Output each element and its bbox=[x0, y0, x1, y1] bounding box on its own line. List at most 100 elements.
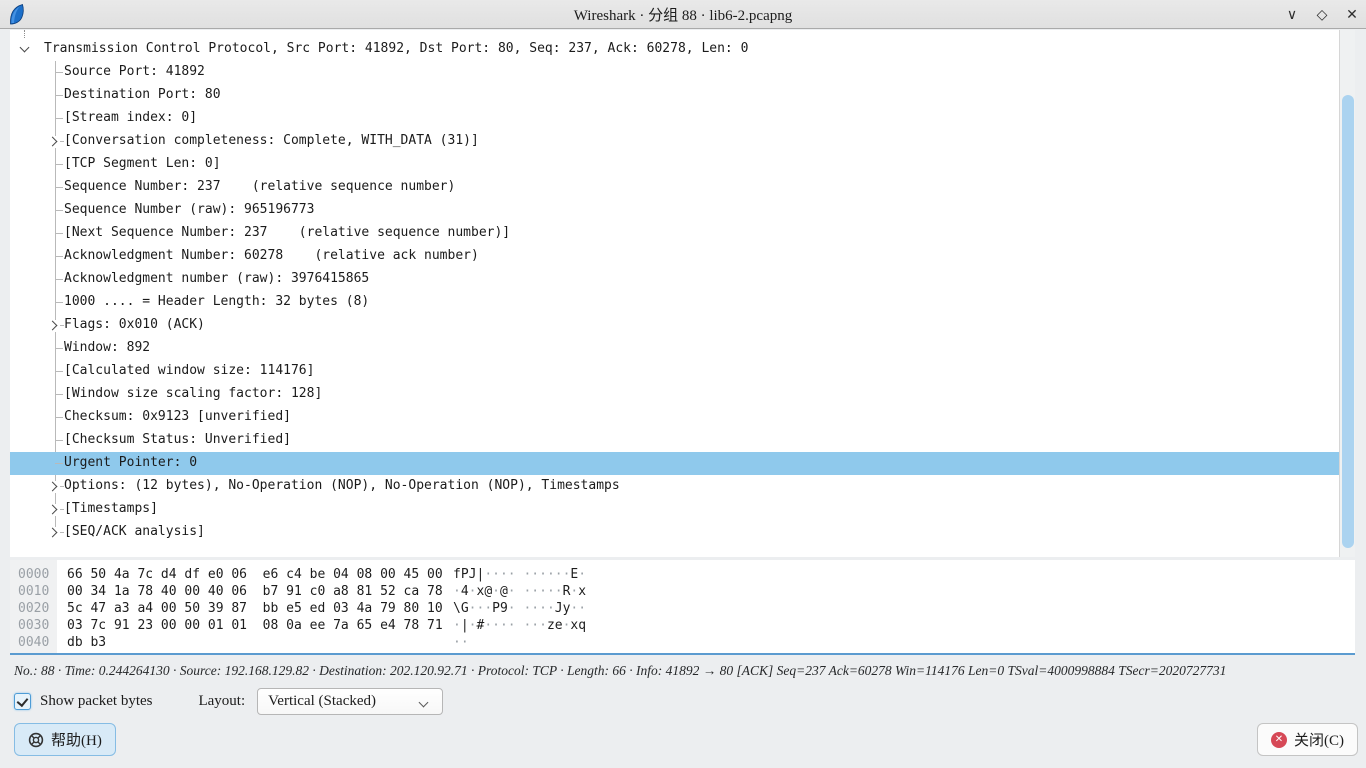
hex-ascii[interactable]: ·· bbox=[453, 634, 469, 651]
tree-item[interactable]: Window: 892 bbox=[10, 337, 1339, 360]
tree-guide-tick bbox=[55, 348, 63, 349]
hex-row[interactable]: 00205c 47 a3 a4 00 50 39 87 bb e5 ed 03 … bbox=[10, 600, 1355, 617]
hex-rows: 000066 50 4a 7c d4 df e0 06 e6 c4 be 04 … bbox=[10, 566, 1355, 651]
tree-item-label: Acknowledgment Number: 60278 (relative a… bbox=[64, 248, 479, 263]
layout-label: Layout: bbox=[198, 693, 245, 710]
help-button[interactable]: 帮助(H) bbox=[14, 723, 116, 756]
tree-item[interactable]: [Checksum Status: Unverified] bbox=[10, 429, 1339, 452]
tree-guide-tick bbox=[55, 95, 63, 96]
hex-row[interactable]: 000066 50 4a 7c d4 df e0 06 e6 c4 be 04 … bbox=[10, 566, 1355, 583]
window-controls: ∨ ◇ ✕ bbox=[1284, 0, 1360, 29]
tree-item-label: Source Port: 41892 bbox=[64, 64, 205, 79]
hex-ascii[interactable]: ·4·x@·@· ·····R·x bbox=[453, 583, 586, 600]
tree-item-label: Flags: 0x010 (ACK) bbox=[64, 317, 205, 332]
hex-ascii[interactable]: ·|·#···· ···ze·xq bbox=[453, 617, 586, 634]
tree-guide-tick bbox=[55, 279, 63, 280]
hex-row[interactable]: 0040db b3·· bbox=[10, 634, 1355, 651]
tree-item[interactable]: Flags: 0x010 (ACK) bbox=[10, 314, 1339, 337]
tree-item-label: 1000 .... = Header Length: 32 bytes (8) bbox=[64, 294, 369, 309]
minimize-icon[interactable]: ∨ bbox=[1284, 7, 1300, 23]
hex-bytes[interactable]: 5c 47 a3 a4 00 50 39 87 bb e5 ed 03 4a 7… bbox=[57, 600, 453, 617]
tree-item-label: Window: 892 bbox=[64, 340, 150, 355]
tree-item[interactable]: [Conversation completeness: Complete, WI… bbox=[10, 130, 1339, 153]
tree-item[interactable]: Transmission Control Protocol, Src Port:… bbox=[10, 38, 1339, 61]
tree-item[interactable]: Checksum: 0x9123 [unverified] bbox=[10, 406, 1339, 429]
tree-item[interactable]: Acknowledgment number (raw): 3976415865 bbox=[10, 268, 1339, 291]
maximize-icon[interactable]: ◇ bbox=[1314, 7, 1330, 23]
tree-item[interactable]: Acknowledgment Number: 60278 (relative a… bbox=[10, 245, 1339, 268]
packet-bytes-panel: 000066 50 4a 7c d4 df e0 06 e6 c4 be 04 … bbox=[10, 560, 1355, 655]
hex-bytes[interactable]: 03 7c 91 23 00 00 01 01 08 0a ee 7a 65 e… bbox=[57, 617, 453, 634]
title-bar: Wireshark · 分组 88 · lib6-2.pcapng ∨ ◇ ✕ bbox=[0, 0, 1366, 29]
tree-item-label: Transmission Control Protocol, Src Port:… bbox=[44, 41, 748, 56]
tree-item[interactable]: [Calculated window size: 114176] bbox=[10, 360, 1339, 383]
tree-item[interactable]: Urgent Pointer: 0 bbox=[10, 452, 1339, 475]
packet-detail-panel: Transmission Control Protocol, Src Port:… bbox=[10, 30, 1355, 557]
chevron-glyph bbox=[48, 505, 58, 515]
close-button-label: 关闭(C) bbox=[1294, 729, 1344, 750]
tree-item[interactable]: 1000 .... = Header Length: 32 bytes (8) bbox=[10, 291, 1339, 314]
help-lifebuoy-icon bbox=[28, 732, 44, 748]
tree-item[interactable]: Source Port: 41892 bbox=[10, 61, 1339, 84]
chevron-glyph bbox=[48, 528, 58, 538]
tree-item[interactable]: [Stream index: 0] bbox=[10, 107, 1339, 130]
window-title: Wireshark · 分组 88 · lib6-2.pcapng bbox=[0, 4, 1366, 25]
hex-row[interactable]: 003003 7c 91 23 00 00 01 01 08 0a ee 7a … bbox=[10, 617, 1355, 634]
close-icon bbox=[1271, 732, 1287, 748]
hex-bytes[interactable]: 00 34 1a 78 40 00 40 06 b7 91 c0 a8 81 5… bbox=[57, 583, 453, 600]
hex-offset: 0040 bbox=[10, 634, 57, 651]
tree-item-label: [Window size scaling factor: 128] bbox=[64, 386, 322, 401]
expand-icon[interactable] bbox=[47, 481, 59, 493]
hex-bytes[interactable]: db b3 bbox=[57, 634, 453, 651]
tree-item-label: [Calculated window size: 114176] bbox=[64, 363, 314, 378]
tree-item-label: [Conversation completeness: Complete, WI… bbox=[64, 133, 479, 148]
expand-icon[interactable] bbox=[47, 527, 59, 539]
hex-row[interactable]: 001000 34 1a 78 40 00 40 06 b7 91 c0 a8 … bbox=[10, 583, 1355, 600]
tree-item-label: [Next Sequence Number: 237 (relative seq… bbox=[64, 225, 510, 240]
tree-guide-tick bbox=[55, 302, 63, 303]
close-window-icon[interactable]: ✕ bbox=[1344, 7, 1360, 23]
tree-guide-tick bbox=[55, 164, 63, 165]
show-packet-bytes-checkbox[interactable] bbox=[14, 693, 31, 710]
tree-scrollbar[interactable] bbox=[1339, 30, 1355, 557]
collapse-icon[interactable] bbox=[19, 44, 31, 56]
tree-guide-tick bbox=[55, 187, 63, 188]
expand-icon[interactable] bbox=[47, 504, 59, 516]
chevron-glyph bbox=[48, 137, 58, 147]
expand-icon[interactable] bbox=[47, 136, 59, 148]
tree-item-label: Checksum: 0x9123 [unverified] bbox=[64, 409, 291, 424]
tree-guide-tick bbox=[55, 72, 63, 73]
wireshark-logo-icon bbox=[8, 3, 28, 25]
tree-item[interactable]: [TCP Segment Len: 0] bbox=[10, 153, 1339, 176]
tree-item[interactable]: Destination Port: 80 bbox=[10, 84, 1339, 107]
close-button[interactable]: 关闭(C) bbox=[1257, 723, 1358, 756]
tree-scrollbar-thumb[interactable] bbox=[1342, 95, 1354, 548]
tree-guide-tick bbox=[55, 417, 63, 418]
tree-item[interactable]: Sequence Number: 237 (relative sequence … bbox=[10, 176, 1339, 199]
tree-item-label: [Stream index: 0] bbox=[64, 110, 197, 125]
tree-guide-top bbox=[24, 30, 25, 38]
tree-guide-tick bbox=[55, 118, 63, 119]
hex-ascii[interactable]: \G···P9· ····Jy·· bbox=[453, 600, 586, 617]
tree-item[interactable]: [SEQ/ACK analysis] bbox=[10, 521, 1339, 544]
tree-guide-tick bbox=[55, 210, 63, 211]
tree-guide-tick bbox=[55, 371, 63, 372]
chevron-glyph bbox=[48, 482, 58, 492]
tree-guide-tick bbox=[55, 440, 63, 441]
tree-item[interactable]: [Timestamps] bbox=[10, 498, 1339, 521]
expand-icon[interactable] bbox=[47, 320, 59, 332]
tree-item[interactable]: Options: (12 bytes), No-Operation (NOP),… bbox=[10, 475, 1339, 498]
tree-item[interactable]: Sequence Number (raw): 965196773 bbox=[10, 199, 1339, 222]
hex-bytes[interactable]: 66 50 4a 7c d4 df e0 06 e6 c4 be 04 08 0… bbox=[57, 566, 453, 583]
layout-dropdown[interactable]: Vertical (Stacked) bbox=[257, 688, 443, 715]
tree-guide-tick bbox=[55, 394, 63, 395]
tree-item-label: Options: (12 bytes), No-Operation (NOP),… bbox=[64, 478, 620, 493]
hex-offset: 0030 bbox=[10, 617, 57, 634]
packet-detail-tree: Transmission Control Protocol, Src Port:… bbox=[10, 38, 1339, 544]
hex-ascii[interactable]: fPJ|···· ······E· bbox=[453, 566, 586, 583]
tree-item[interactable]: [Next Sequence Number: 237 (relative seq… bbox=[10, 222, 1339, 245]
tree-item-label: Urgent Pointer: 0 bbox=[64, 455, 197, 470]
hex-offset: 0000 bbox=[10, 566, 57, 583]
tree-item-label: [SEQ/ACK analysis] bbox=[64, 524, 205, 539]
tree-item[interactable]: [Window size scaling factor: 128] bbox=[10, 383, 1339, 406]
